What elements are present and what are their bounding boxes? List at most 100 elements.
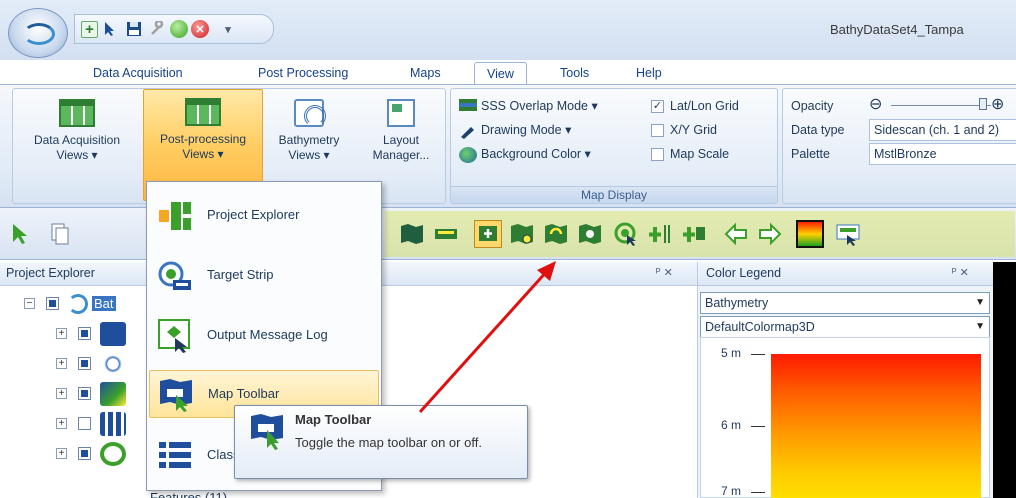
map-icon <box>401 224 423 244</box>
stop-button[interactable]: ✕ <box>191 20 209 38</box>
expand-icon[interactable]: + <box>56 328 67 339</box>
slider-thumb[interactable] <box>979 98 987 110</box>
quick-access-toolbar: + ✕ ▾ <box>74 14 274 44</box>
tab-view[interactable]: View <box>474 62 527 84</box>
title-bar: + ✕ ▾ BathyDataSet4_Tampa <box>0 0 1016 60</box>
project-root-label[interactable]: Bat <box>92 296 116 311</box>
strip-layer-icon <box>100 412 126 436</box>
sss-overlap-mode-button[interactable]: SSS Overlap Mode ▾ <box>459 95 598 117</box>
window-title: BathyDataSet4_Tampa <box>830 22 964 37</box>
application-menu-button[interactable] <box>8 8 68 58</box>
checkbox[interactable] <box>651 124 664 138</box>
map-zoom-button[interactable] <box>508 220 536 248</box>
checkbox[interactable] <box>651 148 664 162</box>
opacity-slider[interactable]: ⊖ ⊕ <box>869 95 1016 115</box>
menu-item-target-strip[interactable]: Target Strip <box>149 252 379 300</box>
increase-opacity-button[interactable]: ⊕ <box>991 94 1004 114</box>
data-acquisition-views-button[interactable]: Data Acquisition Views ▾ <box>13 91 141 185</box>
tree-checkbox[interactable] <box>78 447 91 460</box>
checkbox[interactable]: ✓ <box>651 100 664 114</box>
globe-icon <box>459 146 477 163</box>
menu-item-output-message-log[interactable]: Output Message Log <box>149 312 379 360</box>
project-explorer-icon <box>159 202 191 230</box>
group-caption: Map Display <box>451 186 777 203</box>
settings-button[interactable] <box>147 19 167 39</box>
palette-dropdown[interactable]: MstlBronze <box>869 143 1016 165</box>
chevron-down-icon: ▼ <box>975 297 985 308</box>
background-color-button[interactable]: Background Color ▾ <box>459 143 591 165</box>
tree-checkbox[interactable] <box>78 357 91 370</box>
map-view-edge <box>993 262 1016 498</box>
expand-icon[interactable]: + <box>56 418 67 429</box>
pencil-icon <box>459 123 477 139</box>
tree-checkbox[interactable] <box>46 297 59 310</box>
collapse-icon[interactable]: − <box>24 298 35 309</box>
select-tool-button[interactable] <box>6 220 34 248</box>
button-label: Drawing Mode ▾ <box>481 123 572 137</box>
save-button[interactable] <box>124 19 144 39</box>
map-book-button[interactable] <box>398 220 426 248</box>
map-toolbar-toggle-button[interactable] <box>834 220 862 248</box>
target-select-button[interactable] <box>612 220 640 248</box>
tab-data-acquisition[interactable]: Data Acquisition <box>93 62 183 84</box>
tree-checkbox[interactable] <box>78 327 91 340</box>
plus-bars-icon <box>649 225 670 243</box>
legend-type-dropdown[interactable]: Bathymetry ▼ <box>700 292 990 314</box>
expand-icon[interactable]: + <box>56 358 67 369</box>
button-label: SSS Overlap Mode ▾ <box>481 99 598 113</box>
decrease-opacity-button[interactable]: ⊖ <box>869 94 882 114</box>
arrow-left-icon <box>724 222 747 246</box>
legend-pin-close-buttons[interactable]: ᴾ ✕ <box>952 266 969 279</box>
map-toolbar-icon <box>160 379 192 412</box>
color-legend-header: Color Legend ᴾ ✕ <box>698 262 994 286</box>
tree-checkbox[interactable] <box>78 387 91 400</box>
menu-item-project-explorer[interactable]: Project Explorer <box>149 192 379 240</box>
color-legend-toggle-button[interactable] <box>796 220 824 248</box>
copy-button[interactable] <box>46 220 74 248</box>
depth-label: 6 m <box>721 418 742 432</box>
expand-icon[interactable]: + <box>56 448 67 459</box>
tab-help[interactable]: Help <box>636 62 662 84</box>
features-node-label[interactable]: Features (11) <box>150 490 227 498</box>
checkbox-label: X/Y Grid <box>670 123 718 137</box>
tree-checkbox[interactable] <box>78 417 91 430</box>
map-add-button[interactable] <box>474 220 502 248</box>
add-layer-button[interactable] <box>680 220 708 248</box>
data-type-dropdown[interactable]: Sidescan (ch. 1 and 2) <box>869 119 1016 141</box>
map-add-icon <box>479 226 497 241</box>
arrow-right-icon <box>759 222 782 246</box>
tab-tools[interactable]: Tools <box>560 62 589 84</box>
ruler-icon <box>435 229 457 239</box>
drawing-mode-button[interactable]: Drawing Mode ▾ <box>459 119 571 141</box>
bathymetry-views-button[interactable]: Bathymetry Views ▾ <box>265 91 353 185</box>
depth-tick <box>751 426 765 427</box>
target-layer-icon <box>100 442 126 466</box>
previous-button[interactable] <box>722 220 750 248</box>
button-label: Views ▾ <box>182 147 224 161</box>
map-scale-button[interactable] <box>432 220 460 248</box>
layout-manager-button[interactable]: Layout Manager... <box>363 91 439 185</box>
color-legend-panel: Color Legend ᴾ ✕ Bathymetry ▼ DefaultCol… <box>697 262 994 498</box>
customize-qat-dropdown[interactable]: ▾ <box>218 19 238 39</box>
expand-icon[interactable]: + <box>56 388 67 399</box>
sonar-icon <box>294 99 326 127</box>
pin-close-buttons[interactable]: ᴾ ✕ <box>656 266 673 279</box>
target-icon <box>614 222 636 246</box>
map-scale-checkbox[interactable]: Map Scale <box>651 143 729 165</box>
map-refresh-button[interactable] <box>542 220 570 248</box>
lat-lon-grid-checkbox[interactable]: ✓ Lat/Lon Grid <box>651 95 739 117</box>
new-project-button[interactable]: + <box>81 20 98 38</box>
next-button[interactable] <box>756 220 784 248</box>
select-cursor-button[interactable] <box>101 19 121 39</box>
grid-layout-icon <box>185 98 221 126</box>
start-recording-button[interactable] <box>170 20 188 38</box>
xy-grid-checkbox[interactable]: X/Y Grid <box>651 119 717 141</box>
tab-maps[interactable]: Maps <box>410 62 441 84</box>
map-toolbar-icon <box>836 224 860 246</box>
map-pan-button[interactable] <box>576 220 604 248</box>
tab-post-processing[interactable]: Post Processing <box>258 62 348 84</box>
menu-item-label: Target Strip <box>207 267 274 282</box>
button-label: Views ▾ <box>288 148 330 162</box>
add-marker-button[interactable] <box>646 220 674 248</box>
colormap-dropdown[interactable]: DefaultColormap3D ▼ <box>700 316 990 338</box>
